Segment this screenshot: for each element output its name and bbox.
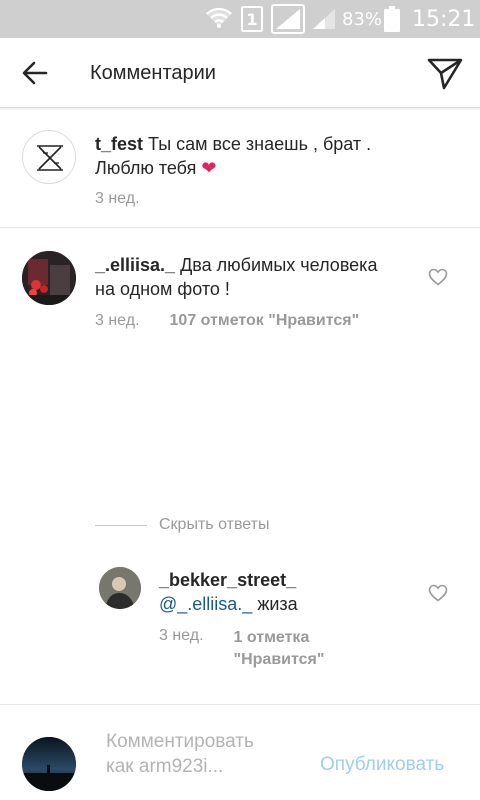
- post-caption: t_fest Ты сам все знаешь , брат . Люблю …: [0, 108, 480, 228]
- comment-text: Ты сам все знаешь , брат .: [143, 134, 372, 154]
- like-button[interactable]: [426, 581, 450, 605]
- signal-icon-2: [311, 0, 337, 38]
- comment-text: жиза: [252, 594, 298, 614]
- avatar[interactable]: [22, 130, 76, 184]
- comment-text-line2: Люблю тебя: [95, 158, 202, 178]
- username[interactable]: _bekker_street_: [159, 568, 409, 592]
- publish-button[interactable]: Опубликовать: [320, 754, 444, 776]
- comment-text-line2: на одном фото !: [95, 279, 230, 299]
- comment-input[interactable]: Комментировать как arm923i...: [106, 729, 306, 779]
- comment-composer: Комментировать как arm923i... Опубликова…: [0, 704, 480, 800]
- page-title: Комментарии: [90, 62, 216, 84]
- arrow-left-icon: [22, 61, 48, 85]
- status-bar: 1 83% 15:21: [0, 0, 480, 38]
- sim-indicator: 1: [241, 0, 263, 38]
- mention-link[interactable]: @_.elliisa._: [159, 594, 252, 614]
- comment-input-placeholder: Комментировать: [106, 731, 254, 752]
- avatar[interactable]: [22, 251, 76, 305]
- battery-icon: [384, 0, 400, 38]
- comment-meta: 3 нед. 107 отметок "Нравится": [95, 312, 359, 330]
- reply-text-block: _bekker_street_ @_.elliisa._ жиза: [159, 568, 409, 616]
- comment-text: Два любимых человека: [175, 255, 378, 275]
- app-bar: Комментарии: [0, 38, 480, 108]
- signal-icon: [271, 0, 305, 38]
- comment-text-block: _.elliisa._ Два любимых человека на одно…: [95, 253, 415, 301]
- comment-input-placeholder-line2: как arm923i...: [106, 756, 224, 777]
- caption-meta: 3 нед.: [95, 190, 140, 208]
- avatar-photo-icon: [22, 737, 76, 791]
- paper-plane-icon: [427, 58, 463, 90]
- divider: [95, 524, 147, 526]
- current-user-avatar: [22, 737, 76, 791]
- like-button[interactable]: [426, 265, 450, 289]
- username[interactable]: _.elliisa._: [95, 255, 175, 275]
- sim-label: 1: [246, 9, 258, 29]
- caption-text: t_fest Ты сам все знаешь , брат . Люблю …: [95, 132, 465, 180]
- wifi-icon: [206, 0, 232, 38]
- timestamp: 3 нед.: [95, 312, 140, 329]
- heart-outline-icon: [428, 584, 448, 602]
- heart-outline-icon: [428, 268, 448, 286]
- back-button[interactable]: [14, 52, 56, 94]
- battery-percent: 83%: [342, 8, 383, 30]
- logo-icon: [37, 145, 63, 171]
- hide-replies-label: Скрыть ответы: [159, 516, 270, 533]
- hide-replies-toggle[interactable]: Скрыть ответы: [95, 512, 269, 538]
- likes-count[interactable]: 107 отметок "Нравится": [170, 312, 360, 330]
- reply-meta: 3 нед. 1 отметка "Нравится": [159, 627, 324, 671]
- avatar-photo-icon: [99, 567, 141, 609]
- likes-count[interactable]: 1 отметка "Нравится": [234, 627, 325, 671]
- timestamp: 3 нед.: [95, 190, 140, 207]
- likes-count-line1: 1 отметка: [233, 629, 310, 646]
- likes-count-line2: "Нравится": [233, 651, 325, 668]
- username[interactable]: t_fest: [95, 134, 143, 154]
- clock: 15:21: [412, 6, 476, 32]
- avatar-photo-icon: [22, 251, 76, 305]
- avatar[interactable]: [99, 567, 141, 609]
- heart-emoji-icon: ❤: [201, 158, 217, 178]
- timestamp: 3 нед.: [159, 627, 204, 644]
- share-button[interactable]: [424, 52, 466, 94]
